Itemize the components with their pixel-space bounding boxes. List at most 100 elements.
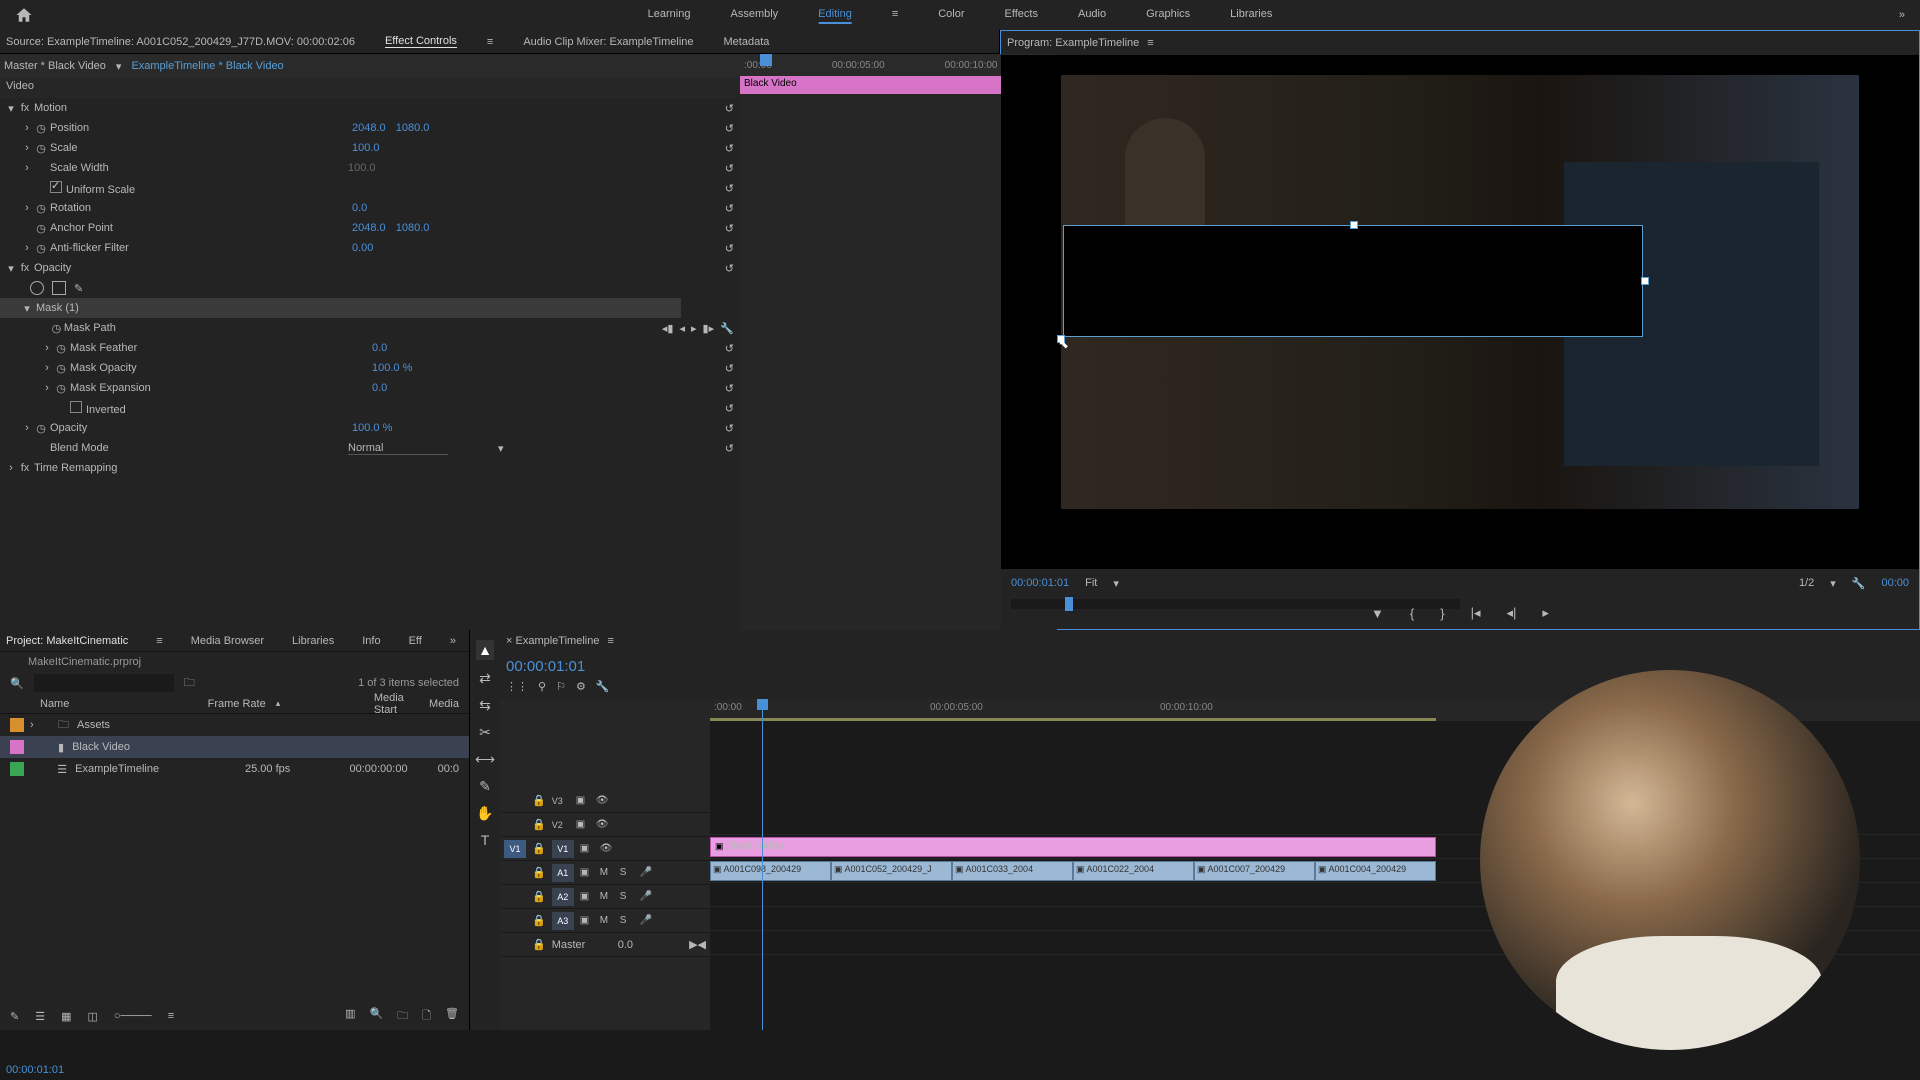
settings-icon[interactable]: 🔧 <box>1852 577 1866 590</box>
razor-tool-icon[interactable]: ✂ <box>479 724 491 741</box>
stopwatch-icon[interactable]: ◷ <box>34 122 48 135</box>
toggle-output-icon[interactable]: ▣ <box>576 819 590 830</box>
sort-icon[interactable]: ≡ <box>168 1010 174 1022</box>
reset-icon[interactable]: ↺ <box>725 442 734 455</box>
stopwatch-icon[interactable]: ◷ <box>34 142 48 155</box>
resolution-dropdown[interactable]: 1/2 <box>1799 577 1814 589</box>
wrench-icon[interactable]: 🔧 <box>596 680 610 693</box>
link-icon[interactable]: ⚲ <box>538 680 546 693</box>
track-v2[interactable]: 🔒V2▣👁 <box>500 813 710 837</box>
stopwatch-icon[interactable]: ◷ <box>34 422 48 435</box>
program-timecode[interactable]: 00:00:01:01 <box>1011 577 1069 589</box>
stopwatch-icon[interactable]: ◷ <box>54 342 68 355</box>
stopwatch-icon[interactable]: ◷ <box>34 222 48 235</box>
pencil-icon[interactable]: ✎ <box>10 1010 19 1023</box>
ws-assembly[interactable]: Assembly <box>730 6 778 24</box>
effect-controls-menu-icon[interactable]: ≡ <box>487 36 493 48</box>
ws-libraries[interactable]: Libraries <box>1230 6 1272 24</box>
hand-tool-icon[interactable]: ✋ <box>476 805 493 822</box>
timeline-clip[interactable]: ▣ A001C007_200429 <box>1194 861 1315 881</box>
rotation-value[interactable]: 0.0 <box>348 202 367 214</box>
mask-header[interactable]: ▾Mask (1) <box>0 298 681 318</box>
anchor-y[interactable]: 1080.0 <box>392 222 430 234</box>
mask-overlay[interactable] <box>1063 225 1643 337</box>
reset-icon[interactable]: ↺ <box>725 362 734 375</box>
antiflicker-value[interactable]: 0.00 <box>348 242 373 254</box>
stopwatch-icon[interactable]: ◷ <box>34 242 48 255</box>
program-monitor[interactable]: ⬉ <box>1001 55 1919 569</box>
reset-icon[interactable]: ↺ <box>725 102 734 115</box>
find-icon[interactable]: 🔍 <box>369 1007 383 1026</box>
timeline-clip[interactable]: ▣ A001C004_200429 <box>1315 861 1436 881</box>
lock-icon[interactable]: 🔒 <box>532 842 546 855</box>
ws-color[interactable]: Color <box>938 6 964 24</box>
reset-icon[interactable]: ↺ <box>725 342 734 355</box>
eye-icon[interactable]: 👁 <box>596 819 610 830</box>
ws-editing[interactable]: Editing <box>818 6 852 24</box>
lock-icon[interactable]: 🔒 <box>532 914 546 927</box>
toggle-output-icon[interactable]: ▣ <box>580 867 594 878</box>
project-row-blackvideo[interactable]: ▮Black Video <box>0 736 469 758</box>
ws-effects[interactable]: Effects <box>1005 6 1038 24</box>
source-patch-v1[interactable]: V1 <box>504 840 526 858</box>
program-menu-icon[interactable]: ≡ <box>1147 37 1153 49</box>
media-browser-tab[interactable]: Media Browser <box>191 635 264 647</box>
program-playhead-icon[interactable] <box>1065 597 1073 611</box>
pen-tool-icon[interactable]: ✎ <box>479 778 491 795</box>
mask-step-back-icon[interactable]: ◂ <box>679 322 685 335</box>
slip-tool-icon[interactable]: ⟷ <box>475 751 495 768</box>
target-a2[interactable]: A2 <box>552 888 574 906</box>
master-clip-label[interactable]: Master * Black Video <box>4 60 106 72</box>
overflow-icon[interactable]: » <box>450 635 456 647</box>
reset-icon[interactable]: ↺ <box>725 182 734 195</box>
timeline-menu-icon[interactable]: ≡ <box>607 635 613 647</box>
ellipse-mask-icon[interactable] <box>30 281 44 295</box>
blend-mode-dropdown[interactable]: Normal <box>348 442 448 455</box>
lock-icon[interactable]: 🔒 <box>532 866 546 879</box>
time-remapping-header[interactable]: ›fxTime Remapping <box>0 458 740 478</box>
lock-icon[interactable]: 🔒 <box>532 794 546 807</box>
lock-icon[interactable]: 🔒 <box>532 818 546 831</box>
anchor-x[interactable]: 2048.0 <box>348 222 386 234</box>
target-a1[interactable]: A1 <box>552 864 574 882</box>
uniform-scale-checkbox[interactable] <box>50 181 62 193</box>
stopwatch-icon[interactable]: ◷ <box>51 322 62 335</box>
scale-value[interactable]: 100.0 <box>348 142 380 154</box>
reset-icon[interactable]: ↺ <box>725 142 734 155</box>
freeform-view-icon[interactable]: ◫ <box>88 1010 98 1023</box>
go-to-in-icon[interactable]: |◂ <box>1471 605 1481 621</box>
reset-icon[interactable]: ↺ <box>725 422 734 435</box>
mask-opacity-value[interactable]: 100.0 % <box>368 362 412 374</box>
reset-icon[interactable]: ↺ <box>725 242 734 255</box>
reset-icon[interactable]: ↺ <box>725 222 734 235</box>
collapse-icon[interactable]: ▶◀ <box>689 938 706 951</box>
pen-mask-icon[interactable]: ✎ <box>74 282 83 295</box>
target-v1[interactable]: V1 <box>552 840 574 858</box>
project-menu-icon[interactable]: ≡ <box>156 635 162 647</box>
track-a2[interactable]: 🔒A2▣MS🎤 <box>500 885 710 909</box>
mark-out-icon[interactable]: { <box>1410 606 1414 621</box>
track-a3[interactable]: 🔒A3▣MS🎤 <box>500 909 710 933</box>
reset-icon[interactable]: ↺ <box>725 202 734 215</box>
solo-button[interactable]: S <box>620 867 634 878</box>
home-icon[interactable] <box>15 6 33 24</box>
target-a3[interactable]: A3 <box>552 912 574 930</box>
source-tab[interactable]: Source: ExampleTimeline: A001C052_200429… <box>6 36 355 48</box>
list-view-icon[interactable]: ☰ <box>35 1010 45 1023</box>
bin-icon[interactable]: 🗀 <box>184 674 195 693</box>
metadata-tab[interactable]: Metadata <box>724 36 770 48</box>
icon-view-icon[interactable]: ▦ <box>61 1010 71 1023</box>
ws-audio[interactable]: Audio <box>1078 6 1106 24</box>
reset-icon[interactable]: ↺ <box>725 122 734 135</box>
reset-icon[interactable]: ↺ <box>725 382 734 395</box>
zoom-slider[interactable]: ○──── <box>114 1010 152 1022</box>
mask-feather-value[interactable]: 0.0 <box>368 342 387 354</box>
chevron-down-icon[interactable]: ▾ <box>1113 577 1119 590</box>
rect-mask-icon[interactable] <box>52 281 66 295</box>
effect-controls-tab[interactable]: Effect Controls <box>385 35 457 48</box>
ws-graphics[interactable]: Graphics <box>1146 6 1190 24</box>
reset-icon[interactable]: ↺ <box>725 162 734 175</box>
opacity-value[interactable]: 100.0 % <box>348 422 392 434</box>
libraries-tab[interactable]: Libraries <box>292 635 334 647</box>
clip-black-video[interactable]: ▣ Black Video <box>710 837 1436 857</box>
